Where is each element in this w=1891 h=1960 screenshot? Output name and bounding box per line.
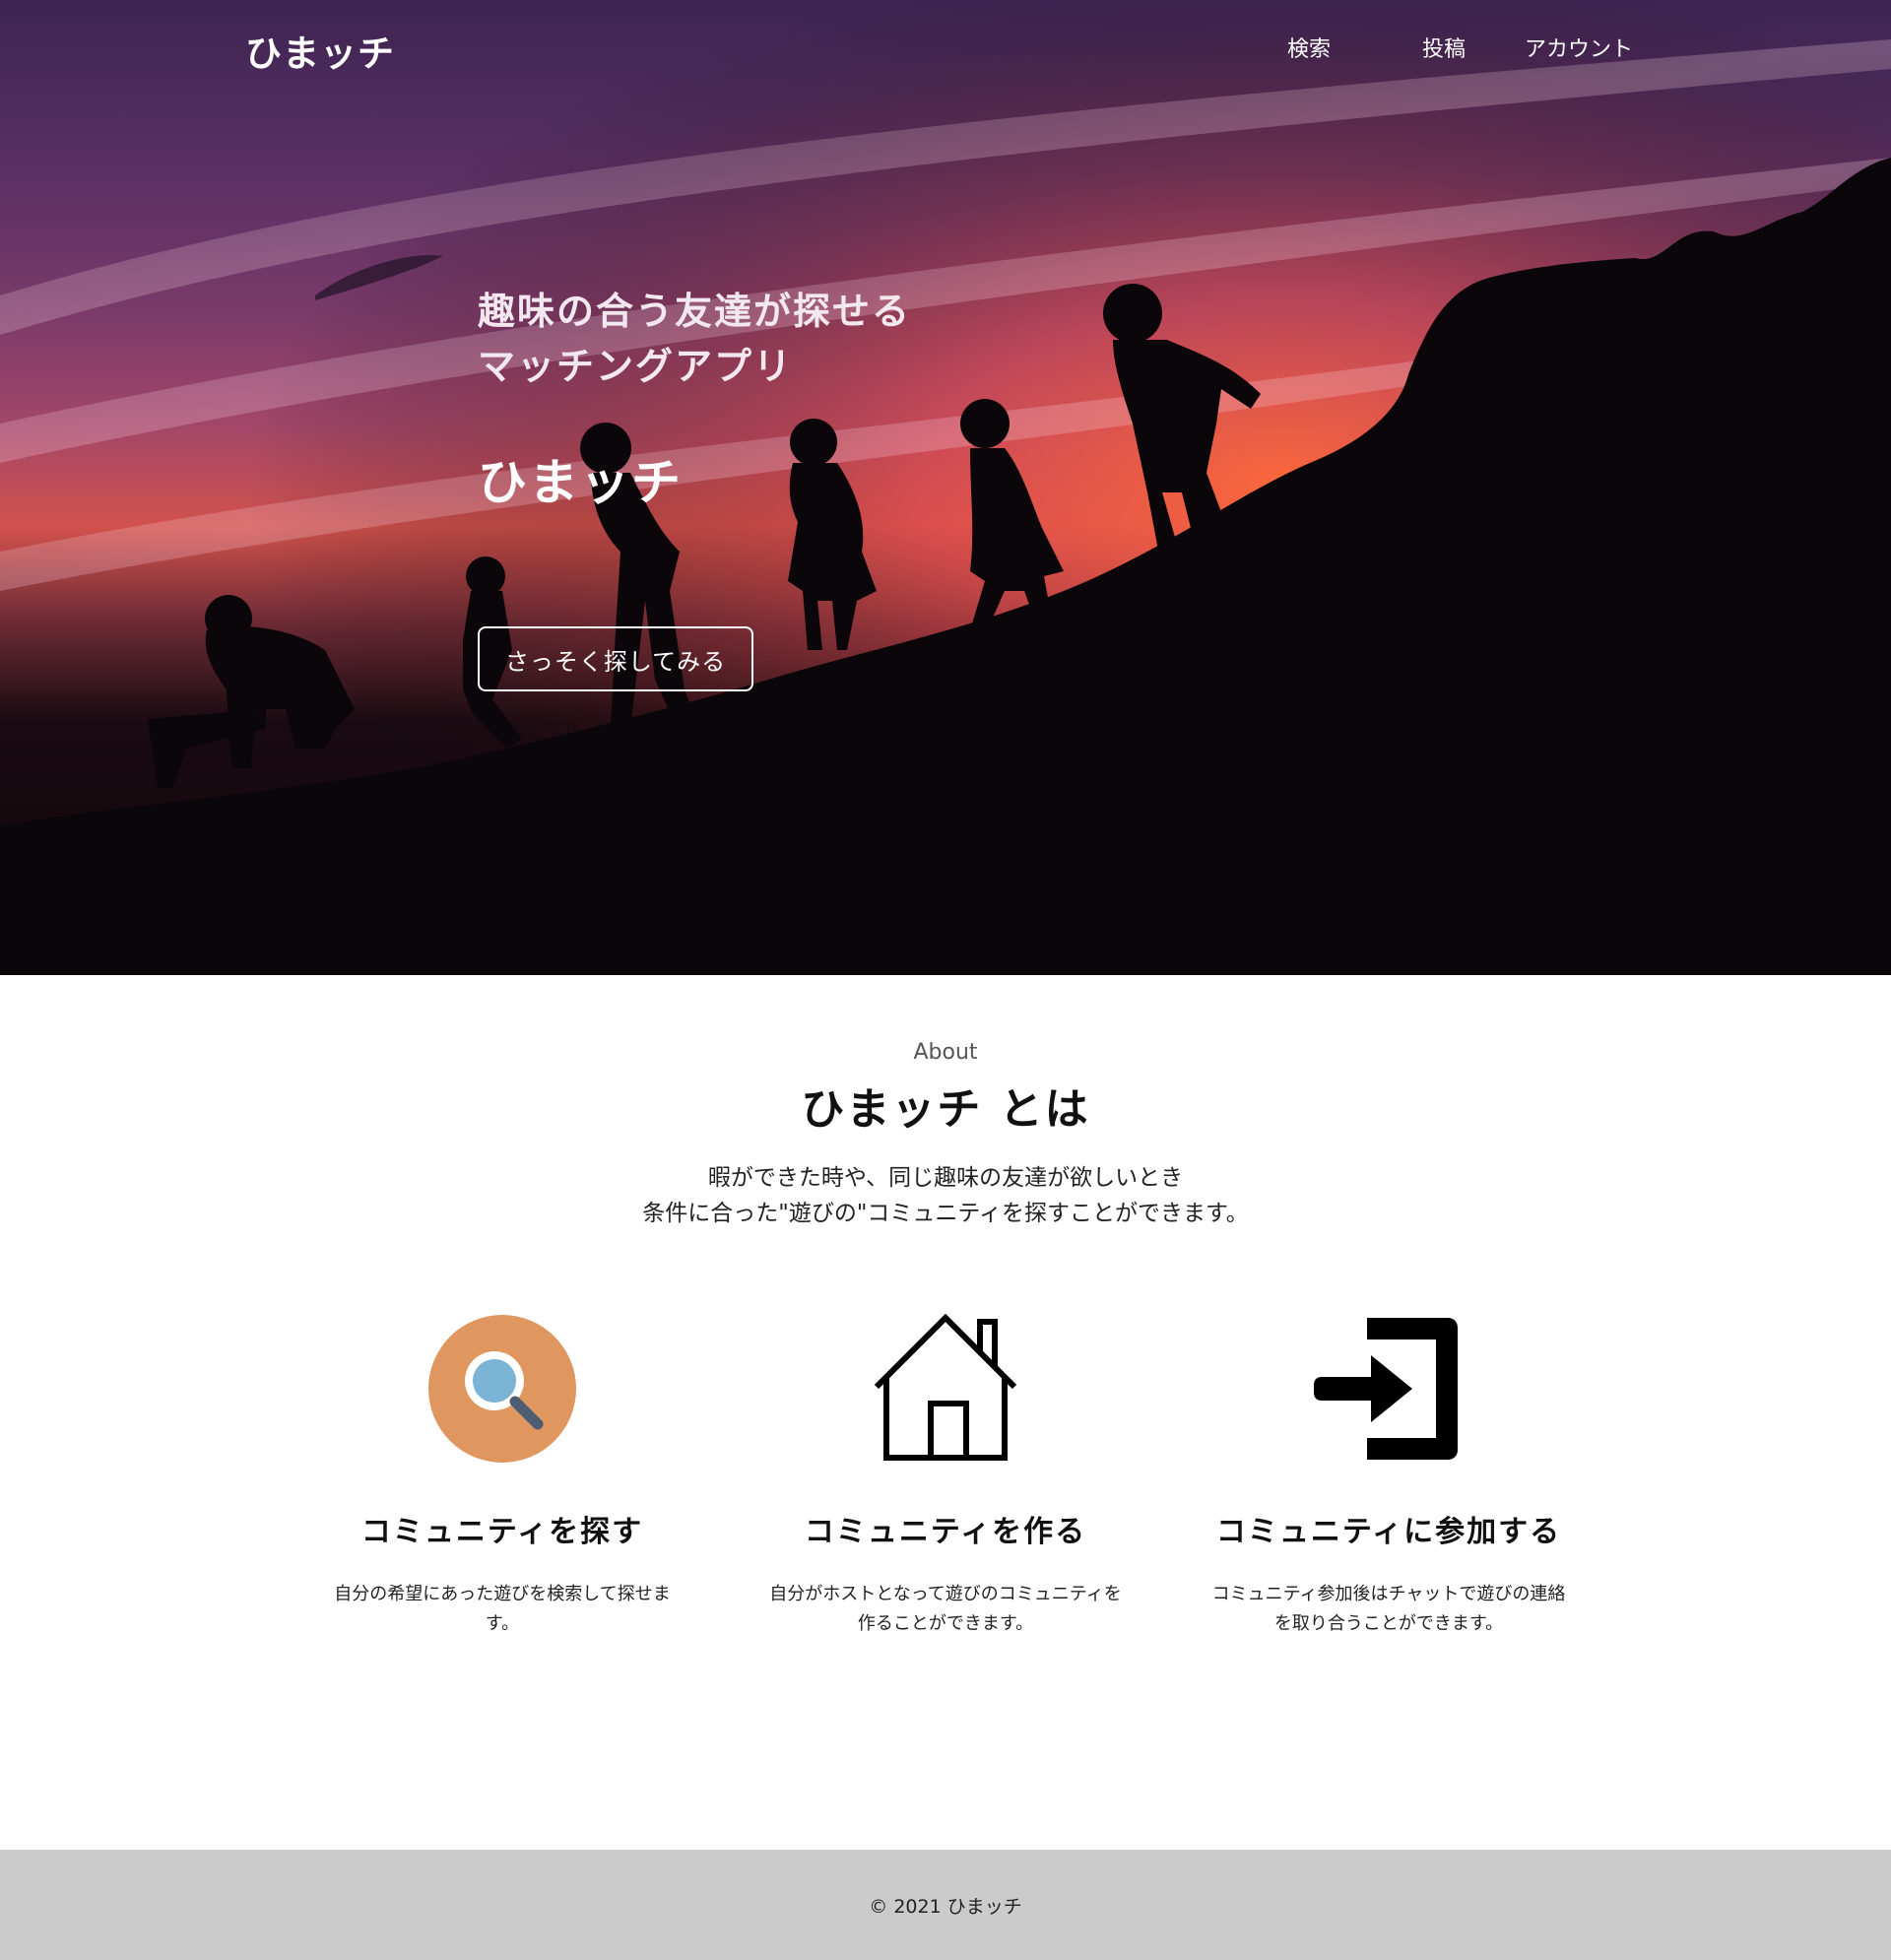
feature-text: 自分の希望にあった遊びを検索して探せます。 [334, 1584, 671, 1634]
start-searching-button[interactable]: さっそく探してみる [478, 626, 753, 691]
hero-tagline: 趣味の合う友達が探せる マッチングアプリ [478, 284, 911, 394]
hero-title: ひまッチ [478, 454, 683, 511]
about-desc-line1: 暇ができた時や、同じ趣味の友達が欲しいとき [707, 1165, 1184, 1191]
sign-in-icon [1314, 1318, 1458, 1460]
hero-background-photo [0, 0, 1891, 975]
nav-link-post[interactable]: 投稿 [1422, 32, 1466, 63]
site-logo[interactable]: ひまッチ [245, 24, 395, 77]
feature-join-community: コミュニティに参加する コミュニティ参加後はチャットで遊びの連絡を取り合うことが… [1192, 1310, 1586, 1639]
feature-title: コミュニティを作る [804, 1515, 1087, 1549]
hero-tagline-line1: 趣味の合う友達が探せる [478, 290, 912, 333]
house-icon [874, 1313, 1017, 1461]
hero-tagline-line2: マッチングアプリ [478, 345, 794, 388]
about-title: ひまッチ とは [801, 1084, 1090, 1135]
feature-search-community: コミュニティを探す 自分の希望にあった遊びを検索して探せます。 [305, 1310, 699, 1639]
nav-link-search[interactable]: 検索 [1287, 32, 1331, 63]
copyright-text: © 2021 ひまッチ [869, 1895, 1022, 1918]
footer: © 2021 ひまッチ [0, 1850, 1891, 1960]
feature-title: コミュニティを探す [360, 1515, 644, 1549]
feature-create-community: コミュニティを作る 自分がホストとなって遊びのコミュニティを作ることができます。 [749, 1310, 1142, 1639]
hero-copy: 趣味の合う友達が探せる マッチングアプリ ひまッチ [478, 284, 911, 514]
about-eyebrow: About [913, 1040, 978, 1065]
hero-section: ひまッチ 検索 投稿 アカウント 趣味の合う友達が探せる マッチングアプリ ひま… [0, 0, 1891, 975]
about-desc-line2: 条件に合った"遊びの"コミュニティを探すことができます。 [642, 1201, 1249, 1226]
search-icon [428, 1315, 576, 1463]
feature-text: 自分がホストとなって遊びのコミュニティを作ることができます。 [769, 1584, 1122, 1634]
nav-link-account[interactable]: アカウント [1525, 32, 1633, 63]
feature-text: コミュニティ参加後はチャットで遊びの連絡を取り合うことができます。 [1211, 1584, 1566, 1634]
about-description: 暇ができた時や、同じ趣味の友達が欲しいとき 条件に合った"遊びの"コミュニティを… [0, 1160, 1891, 1231]
feature-title: コミュニティに参加する [1215, 1515, 1562, 1549]
